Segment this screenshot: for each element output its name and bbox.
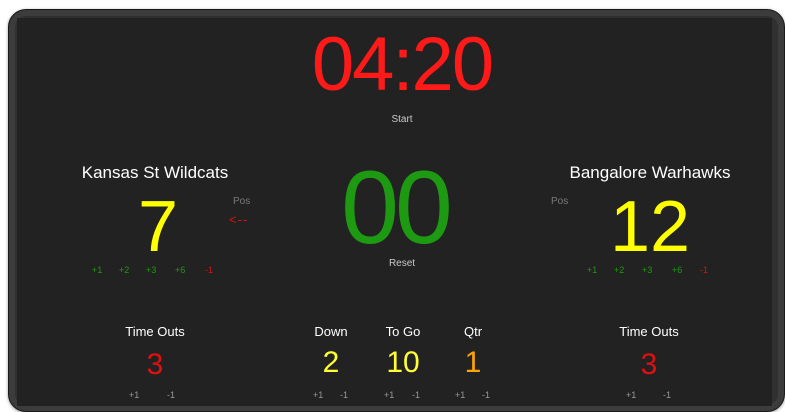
away-team-name: Bangalore Warhawks	[569, 163, 731, 182]
away-minus-1-button[interactable]: -1	[700, 265, 708, 275]
away-timeouts-minus-button[interactable]: -1	[663, 390, 671, 400]
home-plus-1-button[interactable]: +1	[92, 265, 102, 275]
home-pos-label[interactable]: Pos	[233, 196, 250, 207]
to-go-value: 10	[386, 346, 420, 379]
possession-arrow-icon: <--	[229, 212, 249, 227]
to-go-label: To Go	[385, 324, 421, 339]
away-timeouts-plus-button[interactable]: +1	[626, 390, 636, 400]
home-plus-6-button[interactable]: +6	[175, 265, 185, 275]
ball-on-display[interactable]: 00	[320, 156, 470, 260]
qtr-value: 1	[464, 346, 482, 379]
down-plus-button[interactable]: +1	[313, 390, 323, 400]
game-clock[interactable]: 04:20	[292, 24, 512, 106]
home-plus-3-button[interactable]: +3	[146, 265, 156, 275]
away-timeouts-value: 3	[640, 348, 658, 381]
away-plus-2-button[interactable]: +2	[614, 265, 624, 275]
qtr-label: Qtr	[463, 324, 483, 339]
away-plus-6-button[interactable]: +6	[672, 265, 682, 275]
down-minus-button[interactable]: -1	[340, 390, 348, 400]
home-plus-2-button[interactable]: +2	[119, 265, 129, 275]
away-score: 12	[609, 187, 691, 267]
start-button[interactable]: Start	[372, 114, 432, 125]
reset-button[interactable]: Reset	[372, 258, 432, 269]
home-team-name: Kansas St Wildcats	[81, 163, 229, 182]
to-go-minus-button[interactable]: -1	[412, 390, 420, 400]
home-timeouts-value: 3	[146, 348, 164, 381]
down-label: Down	[314, 324, 348, 339]
away-plus-3-button[interactable]: +3	[642, 265, 652, 275]
home-score: 7	[137, 187, 179, 267]
home-minus-1-button[interactable]: -1	[205, 265, 213, 275]
to-go-plus-button[interactable]: +1	[384, 390, 394, 400]
qtr-minus-button[interactable]: -1	[482, 390, 490, 400]
away-plus-1-button[interactable]: +1	[587, 265, 597, 275]
qtr-plus-button[interactable]: +1	[455, 390, 465, 400]
home-timeouts-minus-button[interactable]: -1	[167, 390, 175, 400]
down-value: 2	[322, 346, 340, 379]
home-timeouts-plus-button[interactable]: +1	[129, 390, 139, 400]
away-timeouts-label: Time Outs	[619, 324, 679, 339]
away-pos-label[interactable]: Pos	[551, 196, 568, 207]
home-timeouts-label: Time Outs	[125, 324, 185, 339]
